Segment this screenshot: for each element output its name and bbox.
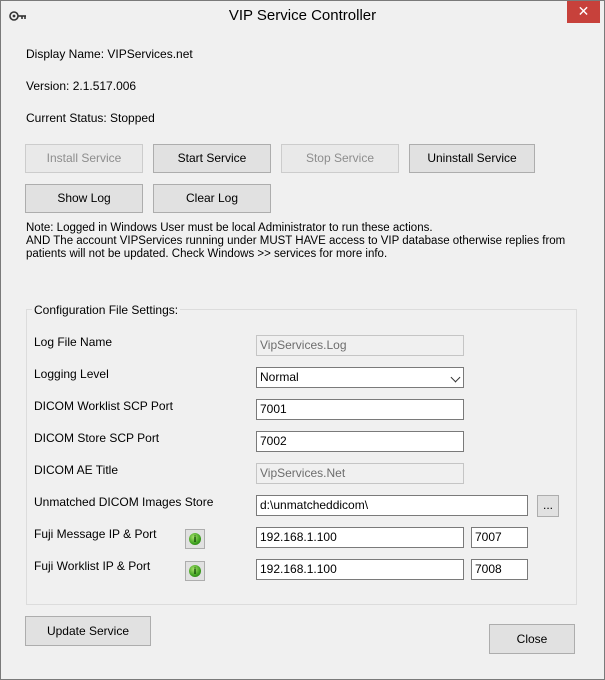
version-label: Version: 2.1.517.006 — [26, 79, 137, 93]
fuji-message-ip-field[interactable]: 192.168.1.100 — [256, 527, 464, 548]
display-name-label: Display Name: VIPServices.net — [26, 47, 193, 61]
worklist-port-label: DICOM Worklist SCP Port — [34, 399, 173, 413]
fuji-message-label: Fuji Message IP & Port — [34, 527, 157, 541]
ae-title-label: DICOM AE Title — [34, 463, 119, 477]
chevron-down-icon — [450, 372, 461, 383]
fuji-worklist-ip-field[interactable]: 192.168.1.100 — [256, 559, 464, 580]
fuji-message-port-field[interactable]: 7007 — [471, 527, 528, 548]
title-bar[interactable]: VIP Service Controller ✕ — [1, 1, 604, 31]
stop-service-button[interactable]: Stop Service — [281, 144, 399, 173]
note-line-1: Note: Logged in Windows User must be loc… — [26, 222, 433, 234]
unmatched-store-field[interactable]: d:\unmatcheddicom\ — [256, 495, 528, 516]
admin-note: Note: Logged in Windows User must be loc… — [26, 222, 586, 261]
close-button[interactable]: Close — [489, 624, 575, 654]
store-port-field[interactable]: 7002 — [256, 431, 464, 452]
note-line-2: AND The account VIPServices running unde… — [26, 235, 566, 260]
config-group-title: Configuration File Settings: — [32, 303, 181, 317]
window-close-button[interactable]: ✕ — [567, 1, 600, 23]
install-service-button[interactable]: Install Service — [25, 144, 143, 173]
ping-status-icon: i — [189, 533, 201, 545]
status-label: Current Status: Stopped — [26, 111, 155, 125]
fuji-worklist-ping-button[interactable]: i — [185, 561, 205, 581]
browse-button[interactable]: ... — [537, 495, 559, 517]
unmatched-store-label: Unmatched DICOM Images Store — [34, 495, 214, 509]
start-service-button[interactable]: Start Service — [153, 144, 271, 173]
fuji-worklist-port-field[interactable]: 7008 — [471, 559, 528, 580]
logging-level-label: Logging Level — [34, 367, 109, 381]
window-title: VIP Service Controller — [228, 7, 377, 24]
ping-status-icon: i — [189, 565, 201, 577]
show-log-button[interactable]: Show Log — [25, 184, 143, 213]
store-port-label: DICOM Store SCP Port — [34, 431, 160, 445]
worklist-port-field[interactable]: 7001 — [256, 399, 464, 420]
uninstall-service-button[interactable]: Uninstall Service — [409, 144, 535, 173]
ae-title-field: VipServices.Net — [256, 463, 464, 484]
clear-log-button[interactable]: Clear Log — [153, 184, 271, 213]
logging-level-value: Normal — [260, 370, 299, 384]
logging-level-select[interactable]: Normal — [256, 367, 464, 388]
fuji-worklist-label: Fuji Worklist IP & Port — [34, 559, 151, 573]
fuji-message-ping-button[interactable]: i — [185, 529, 205, 549]
update-service-button[interactable]: Update Service — [25, 616, 151, 646]
log-file-field: VipServices.Log — [256, 335, 464, 356]
log-file-label: Log File Name — [34, 335, 113, 349]
